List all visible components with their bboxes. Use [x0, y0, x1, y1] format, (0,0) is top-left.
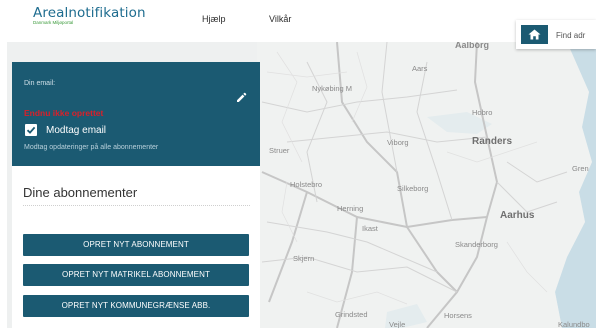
map-town-kalundborg: Kalundbo [558, 320, 590, 328]
map-town-herning: Herning [337, 204, 364, 213]
map-town-grindsted: Grindsted [335, 310, 368, 319]
home-icon [528, 29, 541, 40]
map-town-skjern: Skjern [293, 254, 315, 263]
map-town-silkeborg: Silkeborg [397, 184, 429, 193]
receive-email-checkbox[interactable] [25, 124, 37, 136]
receive-email-label[interactable]: Modtag email [46, 125, 106, 136]
receive-email-hint: Modtag opdateringer på alle abonnementer [24, 144, 159, 151]
map-town-grenaa: Gren [572, 164, 589, 173]
email-warning-text: Endnu ikke oprettet [24, 108, 104, 118]
email-label: Din email: [24, 80, 56, 87]
email-settings-panel: Din email: Endnu ikke oprettet Modtag em… [12, 62, 260, 166]
create-subscription-button[interactable]: OPRET NYT ABONNEMENT [23, 234, 249, 256]
map-town-randers: Randers [472, 136, 513, 147]
map-town-skanderborg: Skanderborg [455, 240, 498, 249]
map-town-aars: Aars [412, 64, 428, 73]
map-town-ikast: Ikast [362, 224, 378, 233]
map-town-horsens: Horsens [444, 311, 472, 320]
pencil-icon[interactable] [236, 92, 247, 103]
logo-title: Arealnotifikation [33, 5, 146, 21]
subscriptions-title: Dine abonnementer [23, 185, 138, 200]
top-bar: Arealnotifikation Danmark Miljøportal Hj… [0, 0, 596, 42]
nav-terms-link[interactable]: Vilkår [269, 14, 291, 24]
nav-help-link[interactable]: Hjælp [202, 14, 226, 24]
app-logo[interactable]: Arealnotifikation Danmark Miljøportal [33, 5, 146, 25]
home-button[interactable] [521, 25, 548, 44]
divider [23, 205, 250, 206]
map-town-vejle: Vejle [389, 320, 406, 328]
address-search-input[interactable] [556, 29, 596, 41]
map-search-box [516, 20, 596, 49]
map-town-nykobing: Nykøbing M [312, 84, 353, 93]
map-town-aalborg: Aalborg [455, 42, 490, 50]
create-municipality-subscription-button[interactable]: OPRET NYT KOMMUNEGRÆNSE ABB. [23, 295, 249, 317]
checkmark-icon [26, 126, 36, 134]
map-town-viborg: Viborg [387, 138, 409, 147]
map-town-holstebro: Holstebro [290, 180, 323, 189]
map-town-struer: Struer [269, 146, 290, 155]
map-town-aarhus: Aarhus [500, 210, 535, 221]
map-town-hobro: Hobro [472, 108, 493, 117]
subscriptions-panel: Dine abonnementer OPRET NYT ABONNEMENT O… [12, 166, 260, 328]
create-matrikel-subscription-button[interactable]: OPRET NYT MATRIKEL ABONNEMENT [23, 264, 249, 286]
